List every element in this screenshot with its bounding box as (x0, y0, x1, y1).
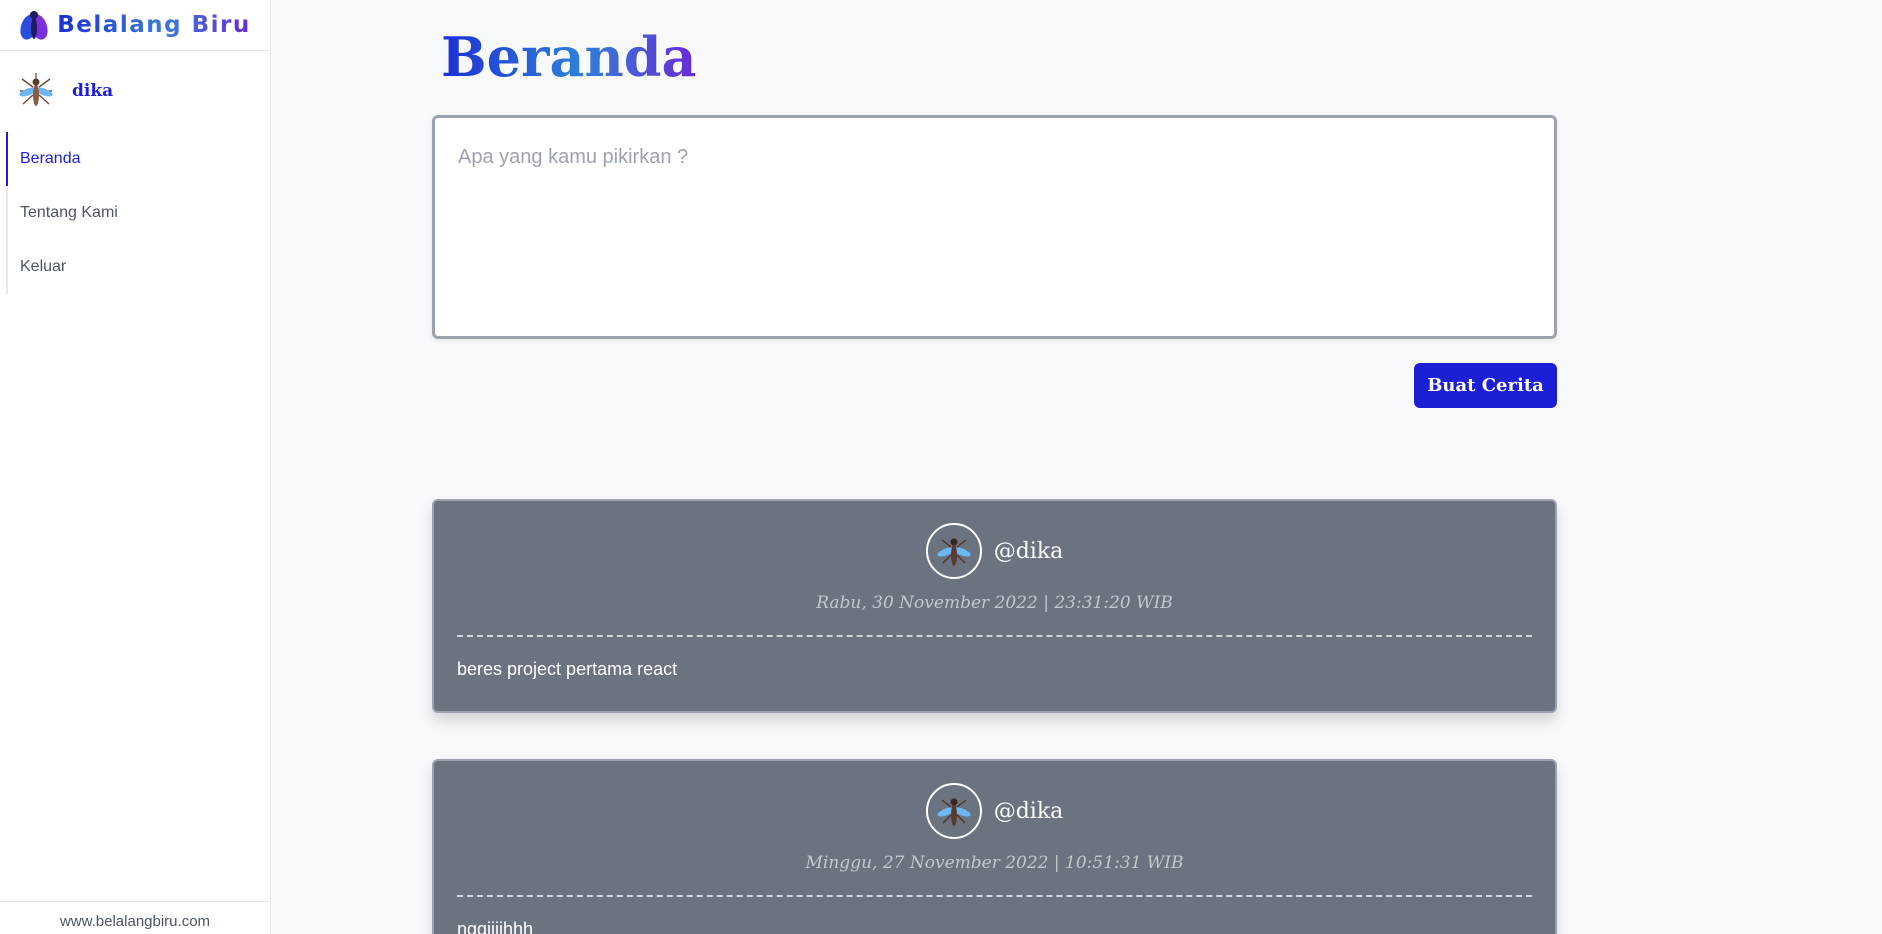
post-header: @dika (434, 783, 1555, 839)
post-username[interactable]: @dika (994, 539, 1064, 564)
brand[interactable]: Belalang Biru (0, 0, 270, 51)
sidebar: Belalang Biru dika Beranda Tentang Kami … (0, 0, 271, 934)
post-username[interactable]: @dika (994, 799, 1064, 824)
post-date: Minggu, 27 November 2022 | 10:51:31 WIB (805, 853, 1184, 873)
story-input[interactable] (435, 118, 1554, 336)
mosquito-avatar-icon (19, 73, 53, 106)
post-card: @dika Rabu, 30 November 2022 | 23:31:20 … (432, 499, 1557, 713)
mosquito-avatar-icon (937, 798, 971, 826)
user-profile[interactable]: dika (0, 51, 270, 131)
story-composer (432, 115, 1557, 339)
post-header: @dika (434, 523, 1555, 579)
nav-item-keluar[interactable]: Keluar (8, 240, 271, 294)
mosquito-avatar-icon (937, 538, 971, 566)
user-name: dika (72, 81, 114, 101)
post-content: beres project pertama react (457, 659, 678, 679)
nav-item-tentang-kami[interactable]: Tentang Kami (8, 186, 271, 240)
post-content: nggiiiihhh (457, 919, 534, 934)
mosquito-logo-icon (20, 11, 48, 40)
sidebar-footer-link[interactable]: www.belalangbiru.com (0, 901, 270, 934)
post-avatar[interactable] (925, 523, 982, 579)
main-nav: Beranda Tentang Kami Keluar (6, 132, 271, 294)
post-avatar[interactable] (925, 783, 982, 839)
post-date: Rabu, 30 November 2022 | 23:31:20 WIB (816, 593, 1173, 613)
nav-item-beranda[interactable]: Beranda (6, 132, 271, 186)
create-story-button[interactable]: Buat Cerita (1414, 363, 1557, 408)
page-title: Beranda (441, 22, 696, 92)
brand-name: Belalang Biru (57, 12, 251, 38)
post-card: @dika Minggu, 27 November 2022 | 10:51:3… (432, 759, 1557, 934)
